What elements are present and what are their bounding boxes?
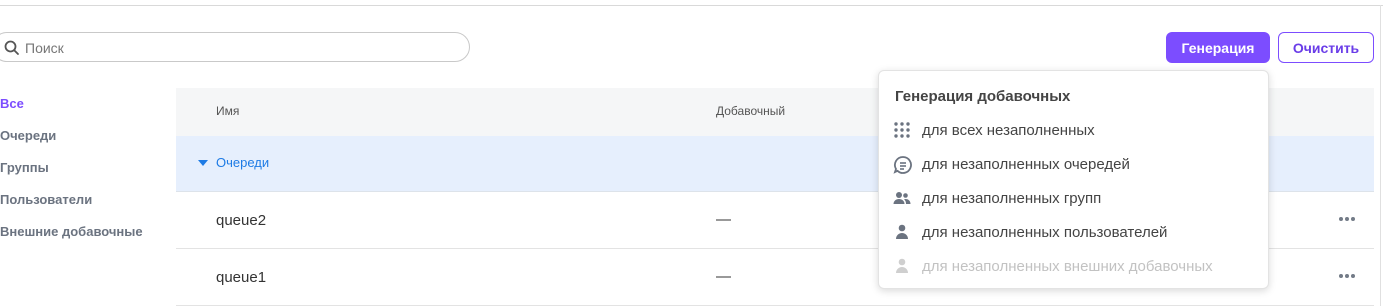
column-header-extension[interactable]: Добавочный bbox=[716, 104, 785, 118]
more-actions-icon[interactable] bbox=[1339, 211, 1359, 225]
external-user-icon bbox=[893, 257, 911, 275]
window-right-border bbox=[1380, 5, 1381, 306]
caret-down-icon[interactable] bbox=[198, 160, 208, 166]
menu-item-label: для всех незаполненных bbox=[922, 122, 1095, 139]
group-row-label: Очереди bbox=[216, 155, 270, 170]
menu-item-queues-empty[interactable]: для незаполненных очередей bbox=[879, 149, 1268, 179]
queue-icon bbox=[893, 155, 912, 174]
menu-item-all-empty[interactable]: для всех незаполненных bbox=[879, 115, 1268, 145]
generate-button[interactable]: Генерация bbox=[1166, 32, 1270, 63]
menu-item-external-empty: для незаполненных внешних добавочных bbox=[879, 251, 1268, 281]
sidebar-item-queues[interactable]: Очереди bbox=[0, 128, 56, 143]
row-extension: — bbox=[716, 211, 731, 228]
more-actions-icon[interactable] bbox=[1339, 268, 1359, 282]
sidebar-item-external[interactable]: Внешние добавочные bbox=[0, 224, 143, 239]
row-name: queue1 bbox=[216, 269, 267, 286]
menu-item-label: для незаполненных пользователей bbox=[922, 224, 1168, 241]
menu-item-label: для незаполненных групп bbox=[922, 190, 1102, 207]
sidebar-item-groups[interactable]: Группы bbox=[0, 160, 49, 175]
menu-item-groups-empty[interactable]: для незаполненных групп bbox=[879, 183, 1268, 213]
dropdown-title: Генерация добавочных bbox=[895, 88, 1071, 105]
dialpad-icon bbox=[893, 121, 911, 139]
search-icon bbox=[3, 39, 21, 57]
menu-item-label: для незаполненных внешних добавочных bbox=[922, 258, 1213, 275]
search-input[interactable] bbox=[23, 37, 447, 59]
menu-item-users-empty[interactable]: для незаполненных пользователей bbox=[879, 217, 1268, 247]
sidebar-item-users[interactable]: Пользователи bbox=[0, 192, 92, 207]
window-top-border bbox=[0, 0, 1383, 6]
clear-button[interactable]: Очистить bbox=[1278, 32, 1374, 63]
row-extension: — bbox=[716, 268, 731, 285]
menu-item-label: для незаполненных очередей bbox=[922, 156, 1130, 173]
sidebar-item-all[interactable]: Все bbox=[0, 96, 24, 111]
search-box[interactable] bbox=[0, 32, 470, 62]
user-icon bbox=[893, 223, 911, 241]
generation-dropdown-menu: Генерация добавочных для всех незаполнен… bbox=[878, 70, 1269, 289]
group-icon bbox=[893, 189, 911, 207]
column-header-name[interactable]: Имя bbox=[216, 104, 239, 118]
row-name: queue2 bbox=[216, 212, 267, 229]
